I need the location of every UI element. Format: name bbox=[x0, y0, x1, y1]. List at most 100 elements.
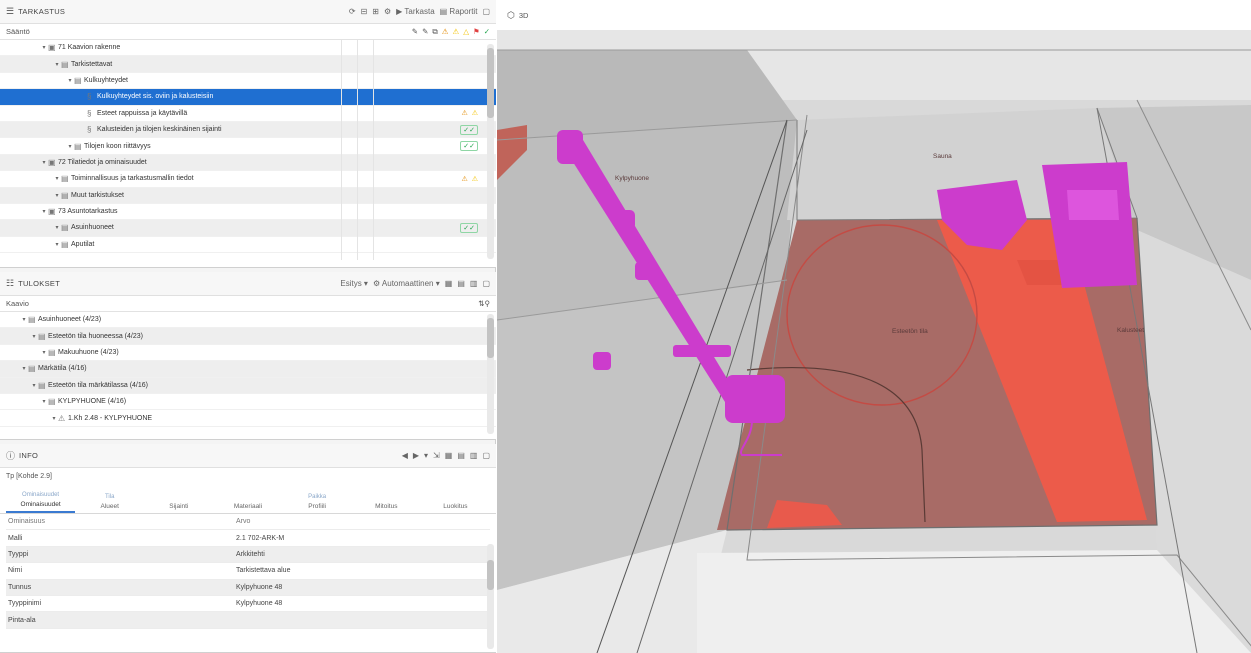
maximize-icon[interactable]: ▢ bbox=[482, 451, 490, 460]
property-row[interactable]: Pinta-ala bbox=[6, 612, 490, 629]
rule-tree-scrollbar[interactable] bbox=[487, 44, 494, 259]
info-tab[interactable]: Paikka Profiili bbox=[283, 484, 352, 513]
expand-toggle-icon[interactable]: ▾ bbox=[40, 159, 48, 166]
folder-icon: ▤ bbox=[61, 174, 69, 184]
expand-toggle-icon[interactable]: ▾ bbox=[30, 382, 38, 389]
maximize-icon[interactable]: ▢ bbox=[482, 7, 490, 16]
property-key: Tyyppinimi bbox=[8, 600, 42, 608]
grid-icon[interactable]: ▦ bbox=[445, 279, 453, 288]
tree-item[interactable]: ▾ ▤ Toiminnallisuus ja tarkastusmallin tie… bbox=[0, 171, 496, 188]
low-filter-icon[interactable]: △ bbox=[463, 27, 469, 36]
expand-toggle-icon[interactable]: ▾ bbox=[40, 398, 48, 405]
layout3-icon[interactable]: ▥ bbox=[470, 451, 478, 460]
expand-toggle-icon[interactable]: ▾ bbox=[50, 415, 58, 422]
expand-toggle-icon[interactable]: ▾ bbox=[40, 208, 48, 215]
3d-scene[interactable]: Kylpyhuone Sauna Esteetön tila Kalusteet bbox=[497, 30, 1251, 653]
property-row[interactable]: Tyyppinimi Kylpyhuone 48 bbox=[6, 596, 490, 613]
pipe-fitting[interactable] bbox=[635, 262, 651, 280]
scroll-thumb[interactable] bbox=[487, 318, 494, 358]
expand-toggle-icon[interactable]: ▾ bbox=[20, 365, 28, 372]
sink-basin[interactable] bbox=[1067, 190, 1119, 220]
expand-toggle-icon[interactable]: ▾ bbox=[40, 349, 48, 356]
info-tab[interactable]: Materiaali bbox=[213, 484, 282, 513]
result-item[interactable]: ▾ ▤ KYLPYHUONE (4/16) bbox=[0, 394, 496, 411]
expand-toggle-icon[interactable]: ▾ bbox=[66, 77, 74, 84]
result-item[interactable]: ▾ ▤ Asuinhuoneet (4/23) bbox=[0, 312, 496, 329]
info-tab[interactable]: Mitoitus bbox=[352, 484, 421, 513]
tree-item[interactable]: § Kalusteiden ja tilojen keskinäinen sija… bbox=[0, 121, 496, 139]
tree-item[interactable]: ▾ ▤ Kulkuyhteydet bbox=[0, 73, 496, 90]
pin-icon[interactable]: ⇲ bbox=[433, 451, 440, 460]
ok-filter-icon[interactable]: ✓ bbox=[484, 27, 490, 36]
info-tab[interactable]: Sijainti bbox=[144, 484, 213, 513]
scroll-thumb[interactable] bbox=[487, 560, 494, 590]
layout-icon[interactable]: ▦ bbox=[445, 451, 453, 460]
edit2-icon[interactable]: ✎ bbox=[422, 27, 428, 36]
property-row[interactable]: Nimi Tarkistettava alue bbox=[6, 563, 490, 580]
expand-toggle-icon[interactable]: ▾ bbox=[53, 175, 61, 182]
maximize-icon[interactable]: ▢ bbox=[482, 279, 490, 288]
tree-item[interactable]: ▾ ▤ Asuinhuoneet ✓✓ bbox=[0, 220, 496, 237]
critical-filter-icon[interactable]: ⚠ bbox=[442, 27, 449, 36]
tree-item[interactable]: ▾ ▤ Muut tarkistukset bbox=[0, 187, 496, 204]
edit-icon[interactable]: ✎ bbox=[412, 27, 418, 36]
refresh-icon[interactable]: ⟳ bbox=[349, 7, 356, 16]
folder-icon: ▤ bbox=[28, 364, 36, 374]
expand-toggle-icon[interactable]: ▾ bbox=[30, 333, 38, 340]
result-item[interactable]: ▾ ▤ Esteetön tila märkätilassa (4/16) bbox=[0, 377, 496, 394]
result-item[interactable]: ▾ ▤ Märkätila (4/16) bbox=[0, 361, 496, 378]
info-scrollbar[interactable] bbox=[487, 544, 494, 649]
dropdown-icon[interactable]: ▾ bbox=[424, 451, 428, 460]
expand-toggle-icon[interactable]: ▾ bbox=[53, 61, 61, 68]
expand-toggle-icon[interactable]: ▾ bbox=[66, 143, 74, 150]
export-icon[interactable]: ▥ bbox=[470, 279, 478, 288]
rule-column-label: Sääntö bbox=[6, 27, 30, 36]
check-button[interactable]: ▶ Tarkasta bbox=[396, 7, 434, 16]
info-tab[interactable]: Luokitus bbox=[421, 484, 490, 513]
3d-viewer[interactable]: ⬡ 3D Kylpyhuone Sauna Esteetön tila Kalu… bbox=[497, 0, 1251, 653]
result-item[interactable]: ▾ ▤ Makuuhuone (4/23) bbox=[0, 345, 496, 362]
list-icon[interactable]: ▤ bbox=[457, 279, 465, 288]
info-tab[interactable]: Tila Alueet bbox=[75, 484, 144, 513]
valve[interactable] bbox=[593, 352, 611, 370]
expand-toggle-icon[interactable]: ▾ bbox=[53, 192, 61, 199]
back-icon[interactable]: ◀ bbox=[402, 451, 408, 460]
result-item[interactable]: ▾ ▤ Esteetön tila huoneessa (4/23) bbox=[0, 328, 496, 345]
tree-item[interactable]: ▾ ▤ Tilojen koon riittävyys ✓✓ bbox=[0, 138, 496, 155]
expand-toggle-icon[interactable]: ▾ bbox=[40, 44, 48, 51]
flag-icon[interactable]: ⚑ bbox=[473, 27, 480, 36]
property-row[interactable]: Malli 2.1 702-ARK-M bbox=[6, 530, 490, 547]
presentation-dropdown[interactable]: Esitys ▾ bbox=[340, 279, 368, 288]
tree-item[interactable]: ▾ ▤ Tarkistettavat bbox=[0, 56, 496, 73]
filter-icon[interactable]: ⚲ bbox=[485, 299, 491, 308]
moderate-filter-icon[interactable]: ⚠ bbox=[452, 27, 459, 36]
expand-toggle-icon[interactable]: ▾ bbox=[53, 241, 61, 248]
tree-item[interactable]: ▾ ▤ Aputilat bbox=[0, 237, 496, 254]
reports-button[interactable]: ▤ Raportit bbox=[440, 7, 478, 16]
results-scrollbar[interactable] bbox=[487, 314, 494, 434]
tree-item[interactable]: § Kulkuyhteydet sis. oviin ja kalusteisii… bbox=[0, 89, 496, 106]
result-item[interactable]: ▾ ⚠ 1.Kh 2.48 - KYLPYHUONE bbox=[0, 410, 496, 427]
collapse-icon[interactable]: ⊟ bbox=[361, 7, 368, 16]
expand-toggle-icon[interactable]: ▾ bbox=[53, 224, 61, 231]
expand-icon[interactable]: ⊞ bbox=[372, 7, 379, 16]
property-row[interactable]: Tunnus Kylpyhuone 48 bbox=[6, 579, 490, 596]
scroll-thumb[interactable] bbox=[487, 48, 494, 118]
tree-item[interactable]: ▾ ▣ 73 Asuntotarkastus bbox=[0, 204, 496, 221]
tree-item[interactable]: ▾ ▣ 72 Tilatiedot ja ominaisuudet bbox=[0, 154, 496, 172]
tree-item[interactable]: ▾ ▣ 71 Kaavion rakenne bbox=[0, 40, 496, 57]
info-tab[interactable]: Ominaisuudet Ominaisuudet bbox=[6, 484, 76, 513]
faucet[interactable] bbox=[725, 375, 785, 423]
forward-icon[interactable]: ▶ bbox=[413, 451, 419, 460]
tab-label: Alueet bbox=[100, 503, 119, 510]
copy-icon[interactable]: ⧉ bbox=[432, 27, 437, 37]
shower-head[interactable] bbox=[557, 130, 583, 164]
settings-icon[interactable]: ⚙ bbox=[384, 7, 391, 16]
tree-item[interactable]: § Esteet rappuissa ja käytävillä ⚠ ⚠ bbox=[0, 106, 496, 122]
expand-toggle-icon[interactable]: ▾ bbox=[20, 316, 28, 323]
pipe-fitting[interactable] bbox=[615, 210, 635, 230]
layout2-icon[interactable]: ▤ bbox=[457, 451, 465, 460]
shower-mixer-bar[interactable] bbox=[673, 345, 731, 357]
auto-dropdown[interactable]: ⚙ Automaattinen ▾ bbox=[373, 279, 440, 288]
property-row[interactable]: Tyyppi Arkkitehti bbox=[6, 546, 490, 564]
